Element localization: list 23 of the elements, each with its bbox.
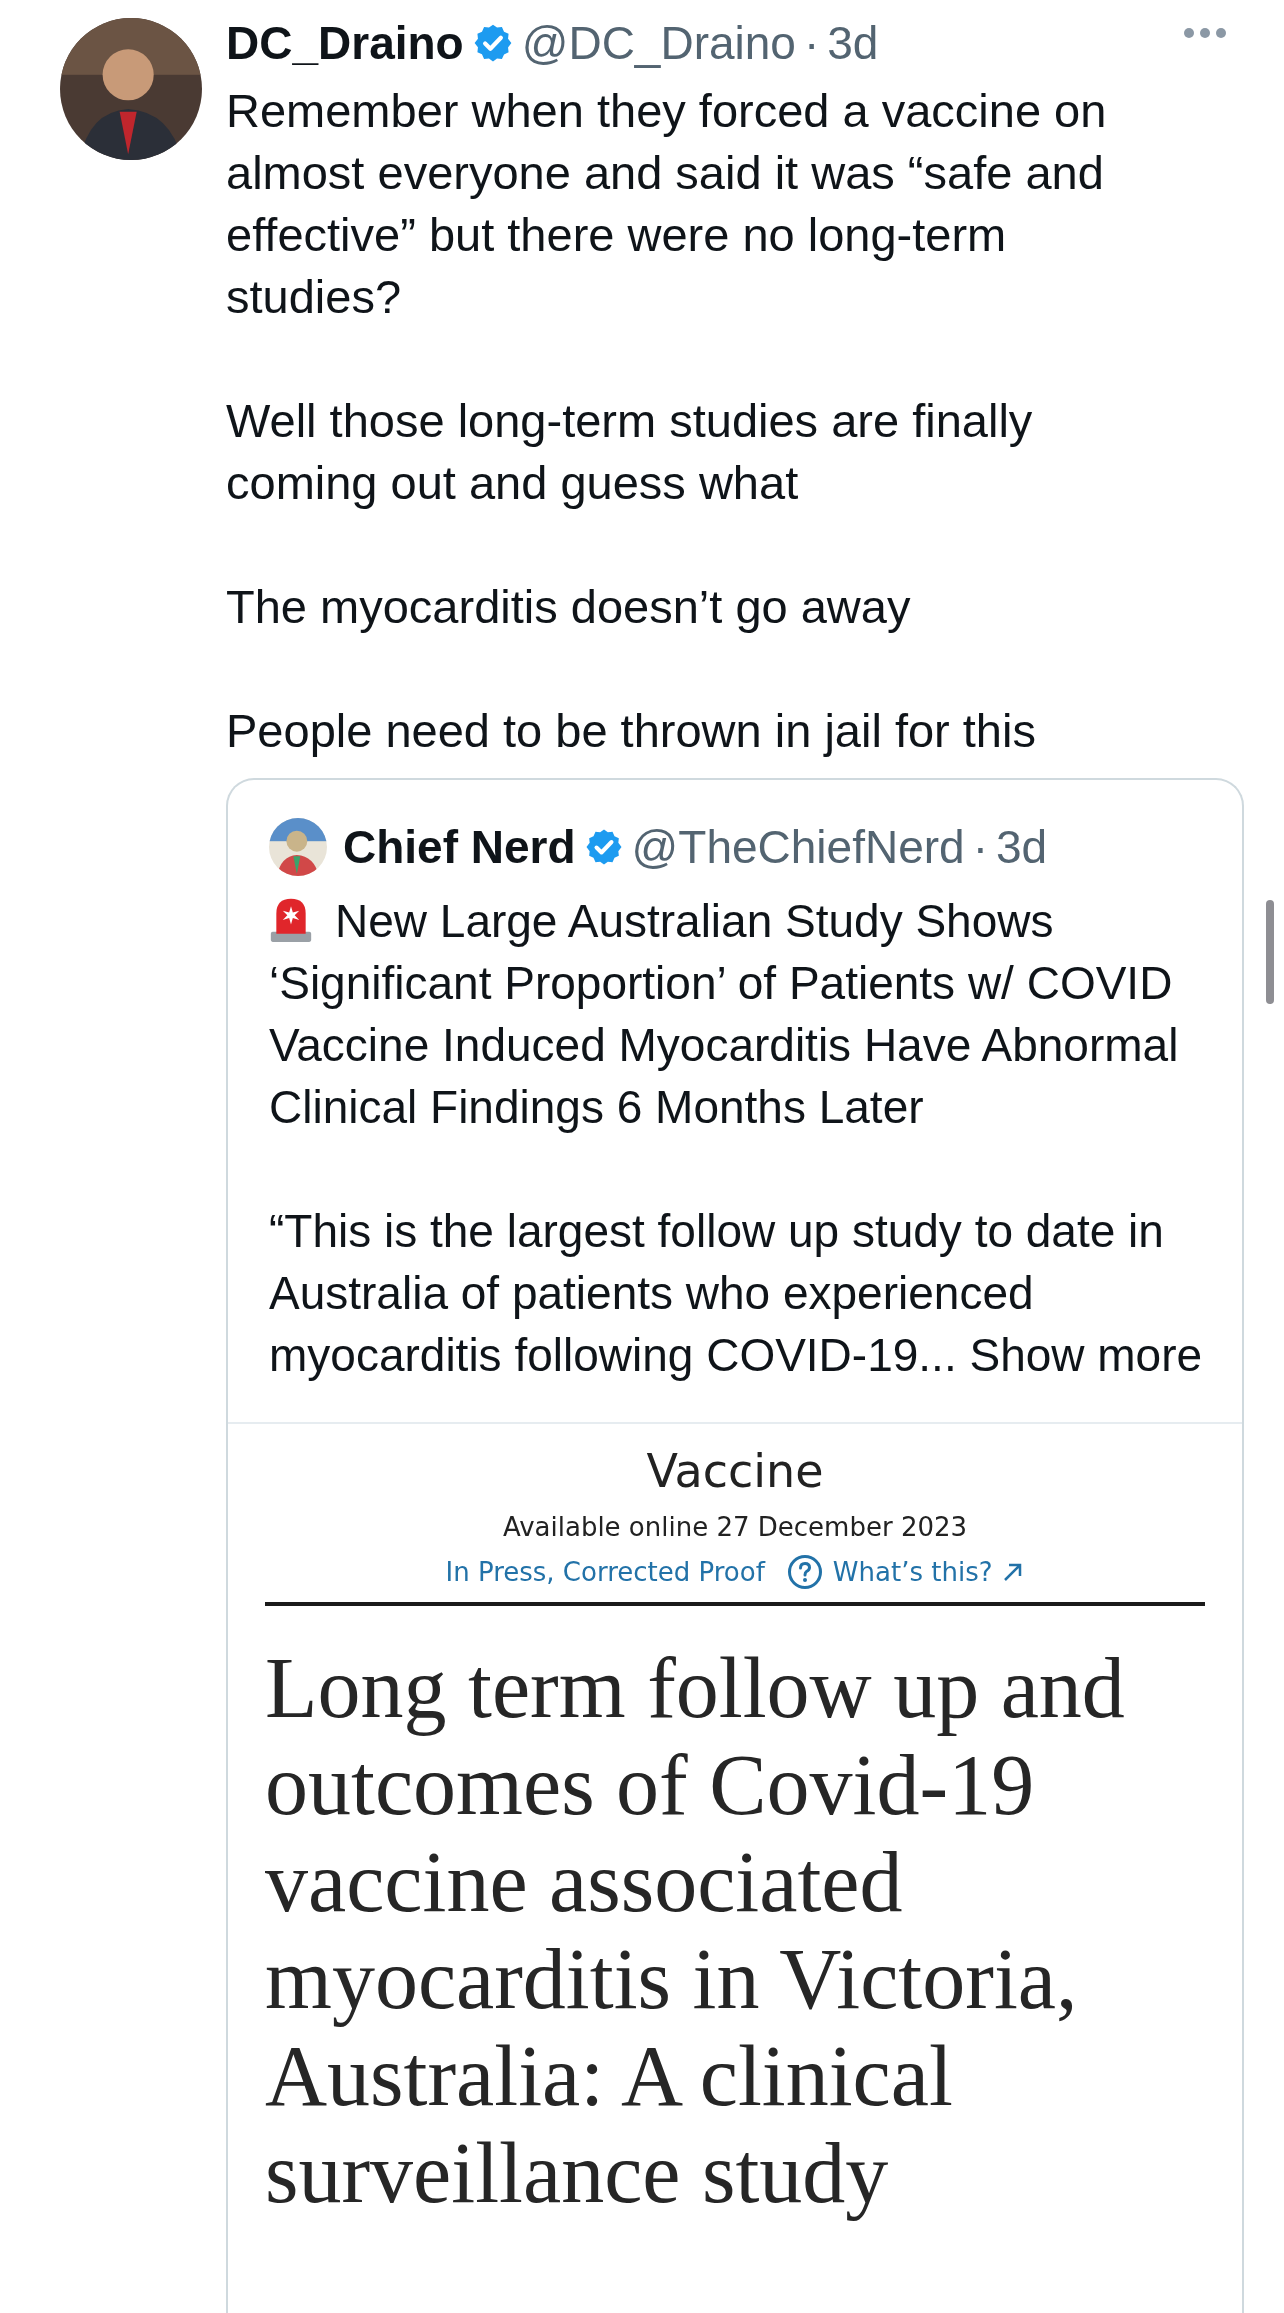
- scrollbar-thumb[interactable]: [1266, 900, 1274, 1004]
- article-title: Long term follow up and outcomes of Covid-19 vaccine associated myocarditis in Victoria, Australia: A clinical surveillance study: [265, 1640, 1126, 2222]
- quoted-post-card[interactable]: [226, 778, 1244, 2313]
- post-text: Remember when they forced a vaccine on almost everyone and said it was “safe and effective” but there were no long-term studies?: [226, 83, 1108, 325]
- more-options-icon[interactable]: [1182, 26, 1228, 40]
- post-text: The myocarditis doesn’t go away: [226, 579, 912, 635]
- availability-date: Available online 27 December 2023: [501, 1512, 969, 1542]
- post-text: People need to be thrown in jail for this: [226, 703, 1037, 759]
- quoted-headline: New Large Australian Study Shows ‘Significant Proportion’ of Patients w/ COVID Vaccine Induced Myocarditis Have Abnormal Clinical Findings 6 Months Later: [269, 894, 1180, 1135]
- help-link[interactable]: What’s this?: [832, 1557, 993, 1587]
- author-handle[interactable]: @TheChiefNerd: [631, 820, 965, 874]
- author-name[interactable]: DC_Draino: [226, 16, 464, 70]
- post-time[interactable]: 3d: [827, 16, 879, 70]
- help-icon: [786, 1554, 823, 1590]
- separator-dot: ·: [972, 820, 988, 874]
- author-name[interactable]: Chief Nerd: [343, 820, 576, 874]
- article-status[interactable]: In Press, Corrected Proof: [445, 1557, 765, 1587]
- post-time[interactable]: 3d: [996, 820, 1048, 874]
- author-handle[interactable]: @DC_Draino: [521, 16, 796, 70]
- journal-name: Vaccine: [645, 1444, 825, 1498]
- quoted-post-text: “This is the largest follow up study to date in Australia of patients who experienced myocarditis following COVID-19... Show more: [269, 1204, 1204, 1383]
- separator-dot: ·: [803, 16, 820, 70]
- post-text: Well those long-term studies are finally coming out and guess what: [226, 393, 1034, 511]
